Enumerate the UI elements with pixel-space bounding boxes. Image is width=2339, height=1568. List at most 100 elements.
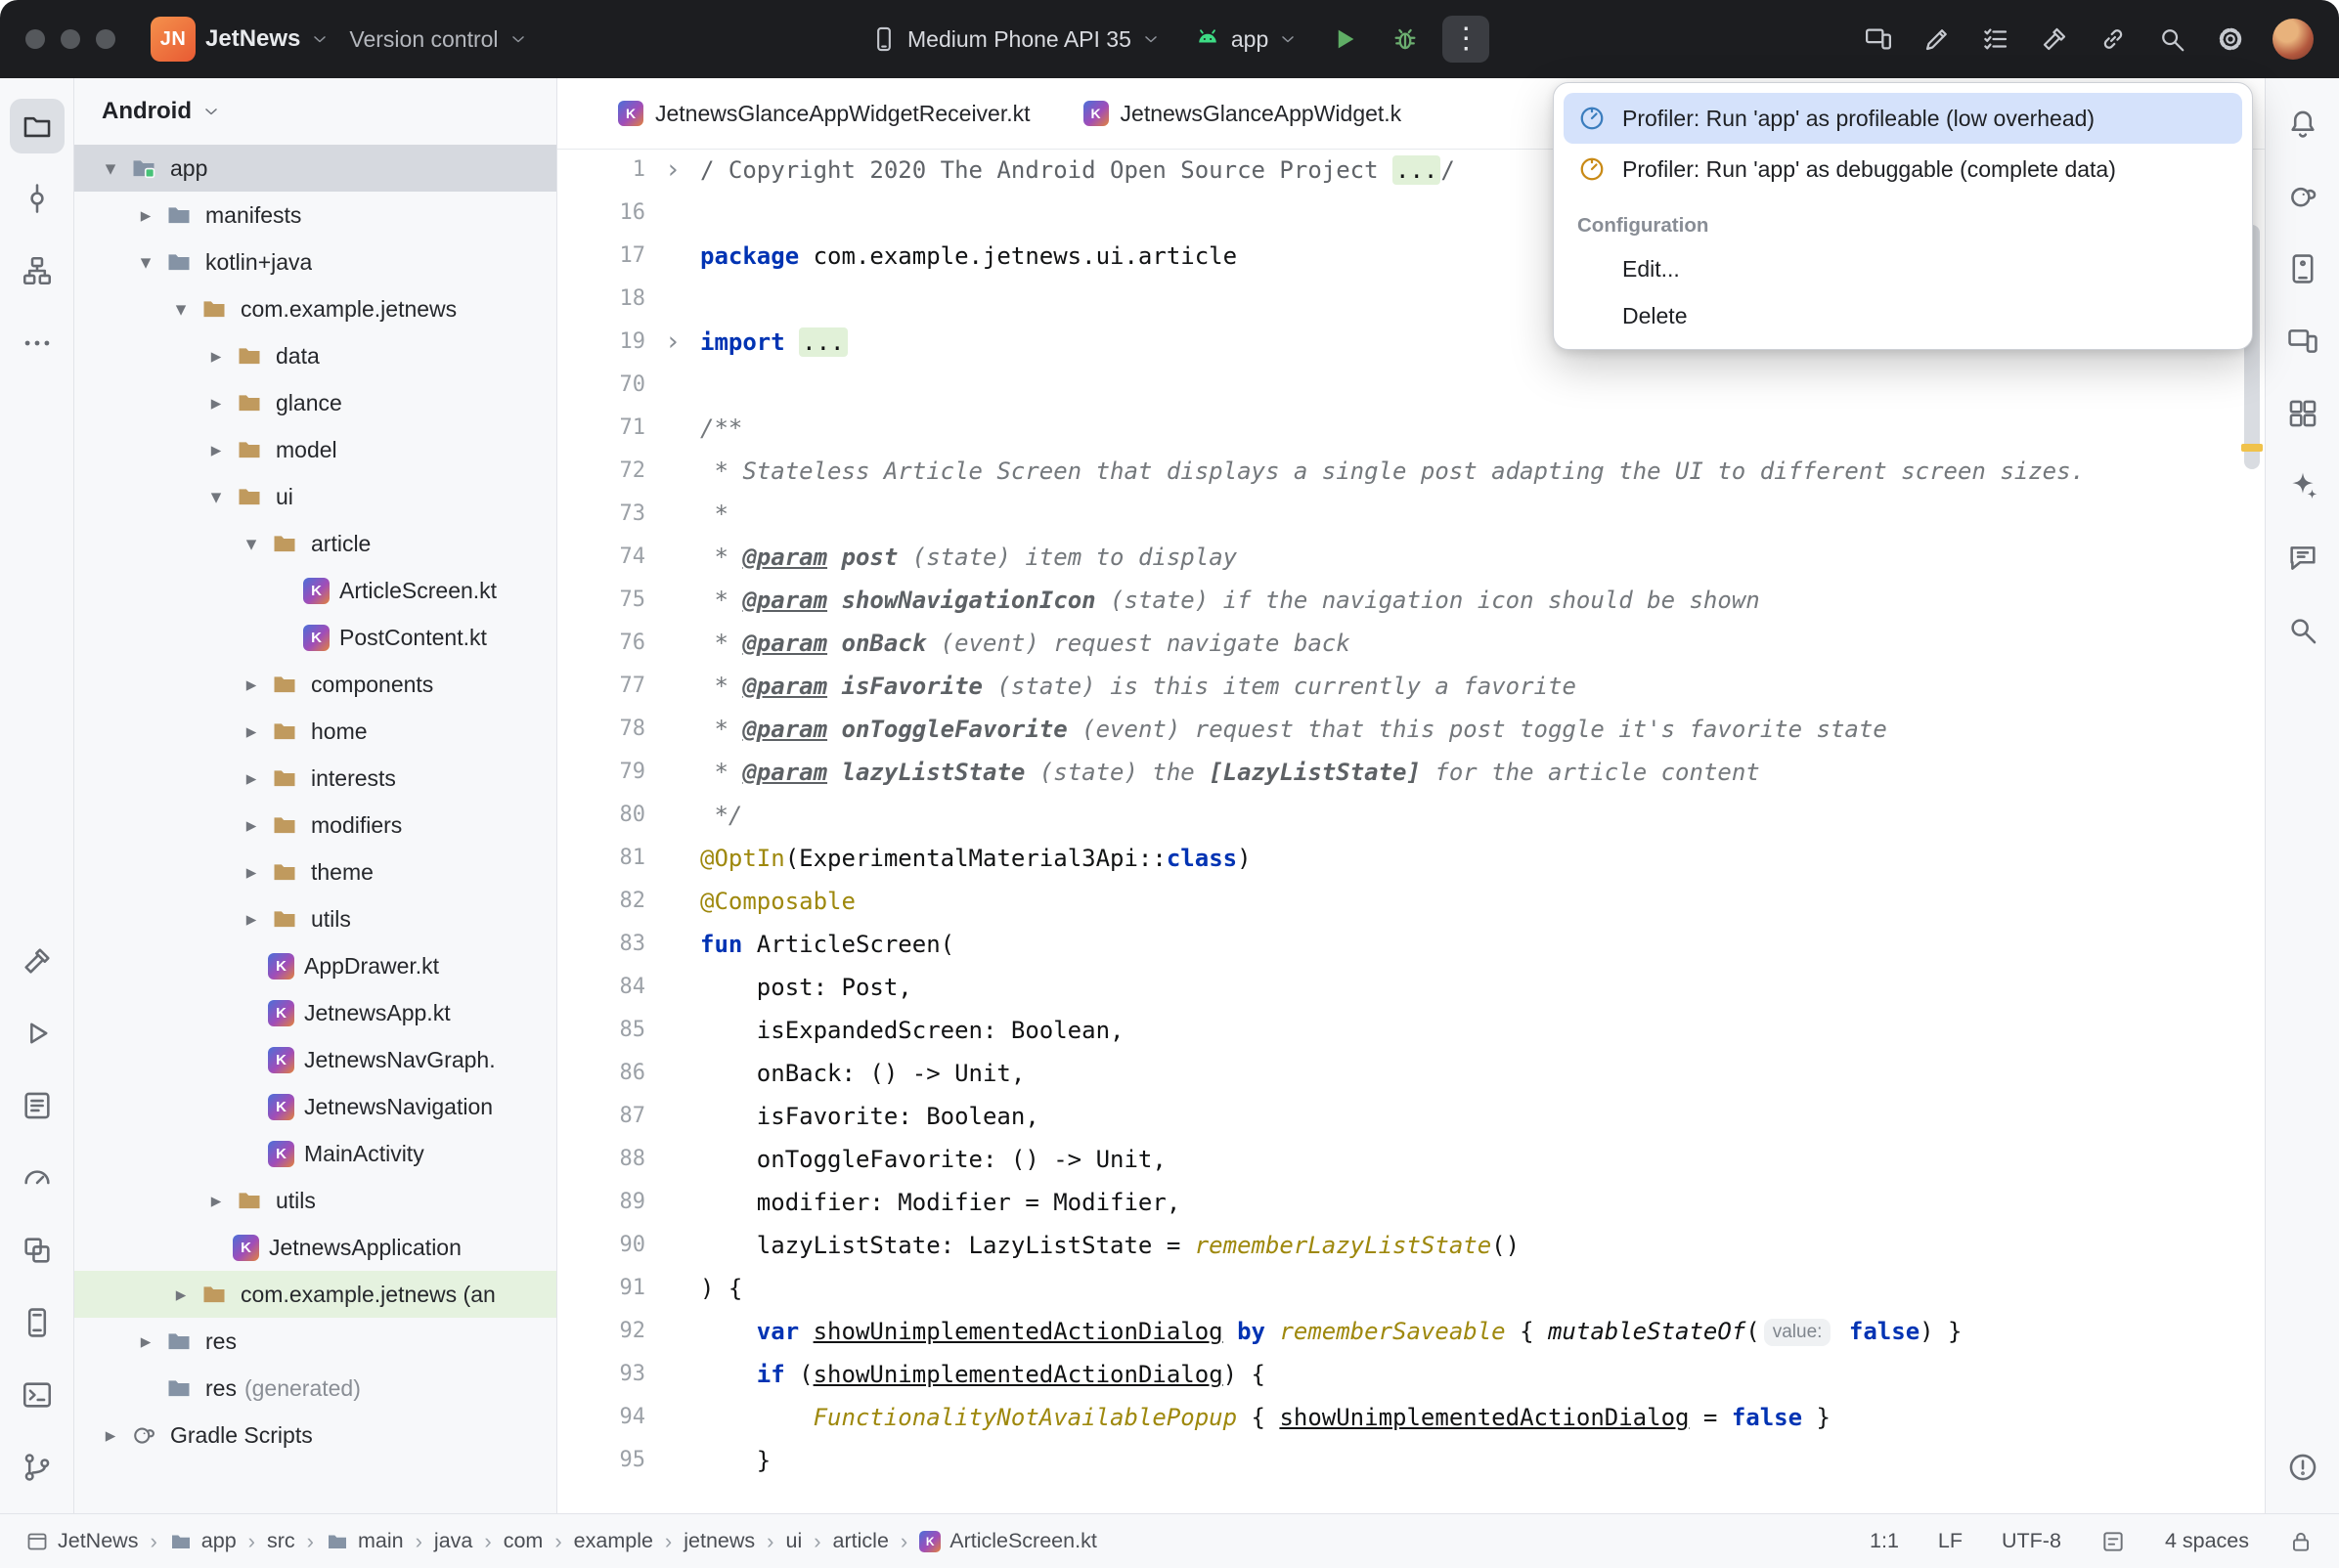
device-manager-tool-button[interactable] (2275, 241, 2330, 296)
code-text[interactable]: * @param showNavigationIcon (state) if t… (700, 579, 2265, 622)
code-text[interactable]: if (showUnimplementedActionDialog) { (700, 1353, 2265, 1396)
code-text[interactable] (700, 364, 2265, 407)
code-text[interactable]: * Stateless Article Screen that displays… (700, 450, 2265, 493)
gemini-tool-button[interactable] (2275, 458, 2330, 513)
chevron-down-icon[interactable]: ▾ (164, 297, 198, 322)
popup-item-profiler-run-app-as-debuggable-complete-da[interactable]: Profiler: Run 'app' as debuggable (compl… (1564, 144, 2242, 195)
tree-item-com-example-jetnews[interactable]: ▾com.example.jetnews (74, 285, 556, 332)
settings-icon[interactable] (2208, 17, 2253, 62)
running-devices-tool-button[interactable] (2275, 314, 2330, 369)
editor-tab-jetnewsglanceappwidgetreceiver-kt[interactable]: KJetnewsGlanceAppWidgetReceiver.kt (595, 78, 1054, 149)
structure-tool-button[interactable] (10, 243, 65, 298)
code-text[interactable]: isFavorite: Boolean, (700, 1095, 2265, 1138)
tree-item-res[interactable]: ▸res (74, 1318, 556, 1365)
breadcrumb-src[interactable]: src (267, 1529, 295, 1553)
assistant-tool-button[interactable] (2275, 531, 2330, 586)
chevron-down-icon[interactable]: ▾ (129, 250, 162, 275)
run-tool-button[interactable] (10, 1006, 65, 1061)
code-text[interactable]: lazyListState: LazyListState = rememberL… (700, 1224, 2265, 1267)
build-icon[interactable] (2032, 17, 2077, 62)
zoom-window-button[interactable] (96, 29, 115, 49)
chevron-right-icon[interactable]: ▸ (129, 1329, 162, 1354)
tree-item-components[interactable]: ▸components (74, 661, 556, 708)
popup-action-delete[interactable]: Delete (1564, 292, 2242, 339)
chevron-right-icon[interactable]: ▸ (235, 673, 268, 697)
code-text[interactable]: @OptIn(ExperimentalMaterial3Api::class) (700, 837, 2265, 880)
code-text[interactable]: /** (700, 407, 2265, 450)
more-actions-button[interactable]: ⋮ (1442, 16, 1489, 63)
code-text[interactable]: * @param isFavorite (state) is this item… (700, 665, 2265, 708)
code-text[interactable]: FunctionalityNotAvailablePopup { showUni… (700, 1396, 2265, 1439)
tree-item-postcontent-kt[interactable]: KPostContent.kt (74, 614, 556, 661)
project-widget[interactable]: JN JetNews (141, 12, 339, 66)
tree-item-jetnewsnavgraph[interactable]: KJetnewsNavGraph. (74, 1036, 556, 1083)
code-text[interactable]: onToggleFavorite: () -> Unit, (700, 1138, 2265, 1181)
code-text[interactable]: * (700, 493, 2265, 536)
chevron-right-icon[interactable]: ▸ (94, 1423, 127, 1448)
user-avatar[interactable] (2273, 19, 2314, 60)
tree-item-interests[interactable]: ▸interests (74, 755, 556, 802)
find-tool-button[interactable] (2275, 603, 2330, 658)
breadcrumb-com[interactable]: com (504, 1529, 544, 1553)
chevron-right-icon[interactable]: ▸ (199, 438, 233, 462)
indent-style[interactable]: 4 spaces (2165, 1529, 2249, 1553)
chevron-right-icon[interactable]: ▸ (164, 1283, 198, 1307)
code-assist-icon[interactable] (1915, 17, 1960, 62)
commit-tool-button[interactable] (10, 171, 65, 226)
caret-position[interactable]: 1:1 (1870, 1529, 1899, 1553)
breadcrumb-app[interactable]: app (169, 1529, 237, 1553)
terminal-tool-button[interactable] (10, 1368, 65, 1422)
profiler-tool-button[interactable] (10, 1151, 65, 1205)
tree-item-model[interactable]: ▸model (74, 426, 556, 473)
tree-item-utils[interactable]: ▸utils (74, 1177, 556, 1224)
resource-manager-tool-button[interactable] (2275, 386, 2330, 441)
running-devices-icon[interactable] (1856, 17, 1901, 62)
chevron-right-icon[interactable]: ▸ (235, 907, 268, 932)
code-text[interactable]: isExpandedScreen: Boolean, (700, 1009, 2265, 1052)
code-text[interactable]: * @param post (state) item to display (700, 536, 2265, 579)
tree-item-utils[interactable]: ▸utils (74, 895, 556, 942)
device-explorer-tool-button[interactable] (10, 1295, 65, 1350)
run-button[interactable] (1321, 16, 1368, 63)
code-text[interactable]: } (700, 1439, 2265, 1482)
breadcrumb-ui[interactable]: ui (785, 1529, 802, 1553)
breadcrumb-example[interactable]: example (574, 1529, 653, 1553)
version-control-tool-button[interactable] (10, 1440, 65, 1495)
code-text[interactable]: * @param lazyListState (state) the [Lazy… (700, 751, 2265, 794)
tree-item-kotlin-java[interactable]: ▾kotlin+java (74, 239, 556, 285)
code-text[interactable]: * @param onToggleFavorite (event) reques… (700, 708, 2265, 751)
vcs-widget[interactable]: Version control (339, 12, 537, 66)
todo-checklist-icon[interactable] (1973, 17, 2018, 62)
editor-tab-jetnewsglanceappwidget-k[interactable]: KJetnewsGlanceAppWidget.k (1060, 78, 1426, 149)
code-text[interactable]: modifier: Modifier = Modifier, (700, 1181, 2265, 1224)
fold-expand-icon[interactable]: › (645, 321, 700, 364)
problems-tool-button[interactable] (2275, 1440, 2330, 1495)
chevron-right-icon[interactable]: ▸ (235, 813, 268, 838)
chevron-right-icon[interactable]: ▸ (235, 766, 268, 791)
lock-icon[interactable] (2288, 1529, 2314, 1554)
breadcrumb-articlescreen-kt[interactable]: KArticleScreen.kt (919, 1529, 1097, 1553)
build-tool-button[interactable] (10, 934, 65, 988)
debug-button[interactable] (1382, 16, 1429, 63)
popup-item-profiler-run-app-as-profileable-low-overhe[interactable]: Profiler: Run 'app' as profileable (low … (1564, 93, 2242, 144)
code-text[interactable]: post: Post, (700, 966, 2265, 1009)
code-text[interactable]: @Composable (700, 880, 2265, 923)
popup-action-edit[interactable]: Edit... (1564, 245, 2242, 292)
breadcrumb-jetnews[interactable]: JetNews (25, 1529, 138, 1553)
tree-item-app[interactable]: ▾app (74, 145, 556, 192)
chevron-right-icon[interactable]: ▸ (199, 1189, 233, 1213)
tree-item-data[interactable]: ▸data (74, 332, 556, 379)
tree-item-articlescreen-kt[interactable]: KArticleScreen.kt (74, 567, 556, 614)
chevron-right-icon[interactable]: ▸ (129, 203, 162, 228)
code-text[interactable]: */ (700, 794, 2265, 837)
tree-item-jetnewsapp-kt[interactable]: KJetnewsApp.kt (74, 989, 556, 1036)
tree-item-article[interactable]: ▾article (74, 520, 556, 567)
chevron-down-icon[interactable]: ▾ (94, 156, 127, 181)
search-icon[interactable] (2149, 17, 2194, 62)
minimize-window-button[interactable] (61, 29, 80, 49)
chevron-down-icon[interactable]: ▾ (199, 485, 233, 509)
device-selector[interactable]: Medium Phone API 35 (861, 12, 1170, 66)
file-encoding[interactable]: UTF-8 (2002, 1529, 2061, 1553)
logcat-tool-button[interactable] (10, 1078, 65, 1133)
tree-item-jetnewsapplication[interactable]: KJetnewsApplication (74, 1224, 556, 1271)
